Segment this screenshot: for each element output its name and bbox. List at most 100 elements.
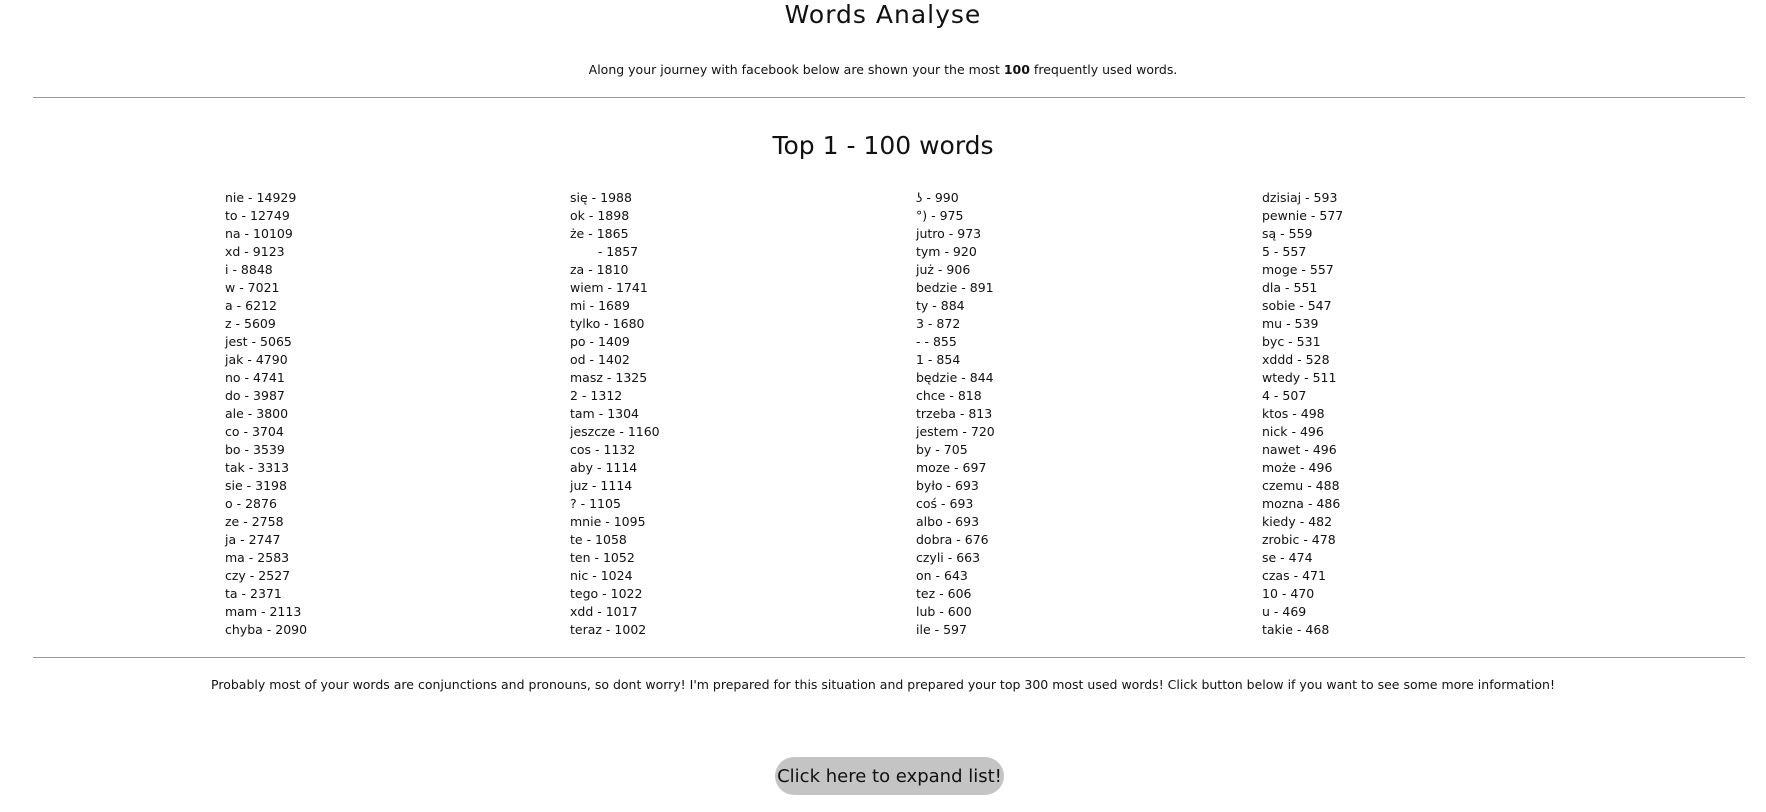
word-column-1: nie - 14929 to - 12749 na - 10109 xd - 9123… [225,189,525,639]
word-item: co - 3704 [225,424,284,439]
word-item: lub - 600 [916,604,972,619]
word-item: ze - 2758 [225,514,284,529]
word-item: zrobic - 478 [1262,532,1336,547]
word-column-2: się - 1988 ok - 1898 że - 1865 - 1857 za - … [570,189,870,639]
word-item: za - 1810 [570,262,629,277]
word-item: se - 474 [1262,550,1313,565]
word-item: ale - 3800 [225,406,289,421]
word-item: ja - 2747 [225,532,281,547]
word-item: czyli - 663 [916,550,981,565]
word-item: na - 10109 [225,226,293,241]
word-item: juz - 1114 [570,478,633,493]
word-item: jestem - 720 [916,424,995,439]
word-item: °) - 975 [916,208,964,223]
word-item: a - 6212 [225,298,277,313]
word-item: 1 - 854 [916,352,961,367]
word-item: ten - 1052 [570,550,635,565]
word-item: byc - 531 [1262,334,1321,349]
intro-suffix: frequently used words. [1029,62,1178,77]
word-item: to - 12749 [225,208,290,223]
word-item: xddd - 528 [1262,352,1330,367]
word-item: wtedy - 511 [1262,370,1337,385]
word-item: jak - 4790 [225,352,288,367]
footer-note: Probably most of your words are conjunct… [211,677,1555,692]
word-item: u - 469 [1262,604,1307,619]
word-item: są - 559 [1262,226,1313,241]
word-item: 3 - 872 [916,316,961,331]
word-item: no - 4741 [225,370,285,385]
section-title: Top 1 - 100 words [772,131,994,160]
word-item: po - 1409 [570,334,630,349]
word-item: jeszcze - 1160 [570,424,660,439]
word-item: było - 693 [916,478,979,493]
word-item: sie - 3198 [225,478,287,493]
word-item: 2 - 1312 [570,388,623,403]
word-item: mozna - 486 [1262,496,1341,511]
intro-text: Along your journey with facebook below a… [0,62,1766,78]
word-item: - - 855 [916,334,957,349]
word-item: kiedy - 482 [1262,514,1333,529]
word-item: tak - 3313 [225,460,290,475]
word-item: dobra - 676 [916,532,989,547]
word-item: mu - 539 [1262,316,1319,331]
word-item: że - 1865 [570,226,629,241]
word-item: teraz - 1002 [570,622,647,637]
word-item: ktos - 498 [1262,406,1325,421]
word-item: nawet - 496 [1262,442,1337,457]
expand-list-button[interactable]: Click here to expand list! [775,757,1004,795]
word-item: mi - 1689 [570,298,630,313]
word-item: będzie - 844 [916,370,994,385]
word-item: xdd - 1017 [570,604,638,619]
word-item: moge - 557 [1262,262,1334,277]
bottom-divider [33,657,1745,658]
word-item: się - 1988 [570,190,632,205]
word-item: te - 1058 [570,532,627,547]
intro-highlight: 100 [1003,62,1030,77]
word-item: masz - 1325 [570,370,648,385]
word-item: wiem - 1741 [570,280,648,295]
word-item: 5 - 557 [1262,244,1307,259]
word-column-4: dzisiaj - 593 pewnie - 577 są - 559 5 - 557… [1262,189,1562,639]
word-item: chce - 818 [916,388,982,403]
word-item: bedzie - 891 [916,280,994,295]
word-item: mnie - 1095 [570,514,646,529]
word-item: z - 5609 [225,316,276,331]
word-item: bo - 3539 [225,442,285,457]
word-item: może - 496 [1262,460,1333,475]
word-item: chyba - 2090 [225,622,308,637]
word-item: takie - 468 [1262,622,1330,637]
word-item: już - 906 [916,262,971,277]
word-item: nic - 1024 [570,568,633,583]
intro-prefix: Along your journey with facebook below a… [588,62,1004,77]
word-item: moze - 697 [916,460,987,475]
word-item: tylko - 1680 [570,316,645,331]
word-item: ok - 1898 [570,208,630,223]
word-item: czas - 471 [1262,568,1326,583]
word-item: nie - 14929 [225,190,297,205]
word-item: by - 705 [916,442,968,457]
word-item: tego - 1022 [570,586,643,601]
top-divider [33,97,1745,98]
word-item: ma - 2583 [225,550,290,565]
word-item: jutro - 973 [916,226,982,241]
word-item: czemu - 488 [1262,478,1340,493]
word-item: ta - 2371 [225,586,282,601]
word-item: nick - 496 [1262,424,1324,439]
word-item: sobie - 547 [1262,298,1332,313]
word-item: jest - 5065 [225,334,292,349]
word-item: aby - 1114 [570,460,638,475]
word-item: trzeba - 813 [916,406,993,421]
word-item: - 1857 [570,244,639,259]
word-item: ile - 597 [916,622,967,637]
word-item: ʖ - 990 [916,190,959,205]
word-item: xd - 9123 [225,244,285,259]
word-item: do - 3987 [225,388,285,403]
word-item: cos - 1132 [570,442,636,457]
word-item: tym - 920 [916,244,977,259]
word-item: i - 8848 [225,262,273,277]
word-item: 4 - 507 [1262,388,1307,403]
word-item: on - 643 [916,568,968,583]
page-title: Words Analyse [784,0,982,29]
word-item: mam - 2113 [225,604,302,619]
word-item: pewnie - 577 [1262,208,1344,223]
